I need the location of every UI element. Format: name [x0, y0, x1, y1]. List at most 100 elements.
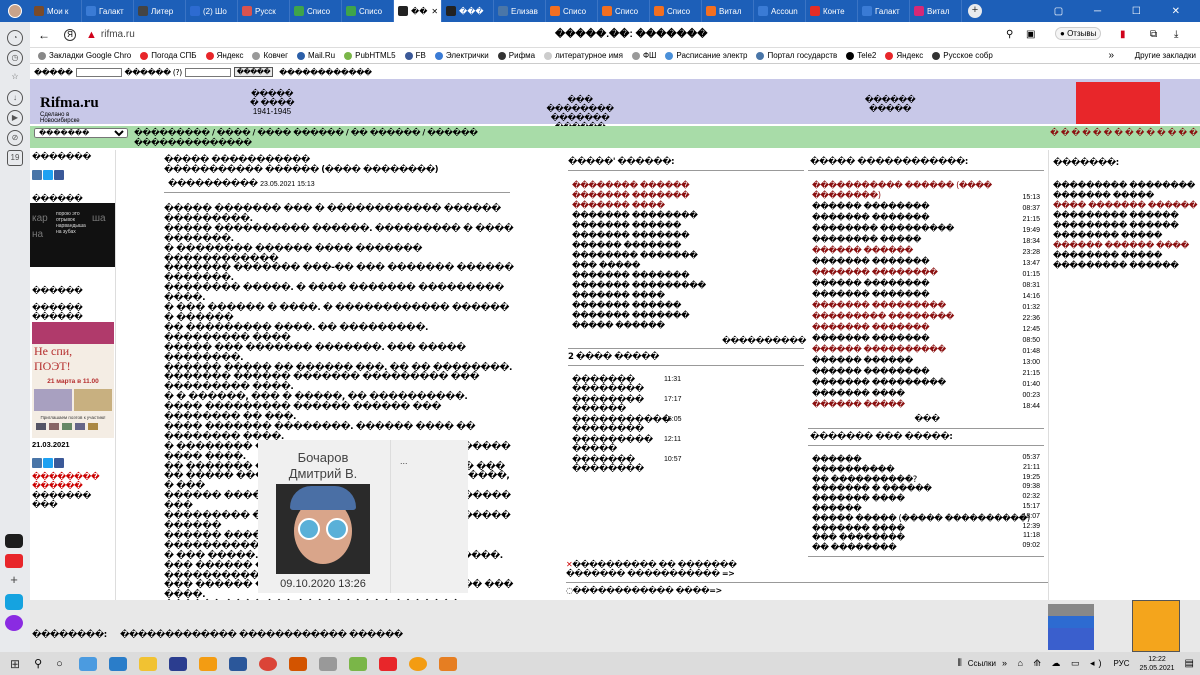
author-link[interactable]: �������� ������ — [572, 181, 806, 191]
recent-item[interactable]: ������ ������ 13:00 — [812, 355, 1044, 366]
reviews-button[interactable]: ● Отзывы — [1055, 27, 1102, 40]
right-list-item[interactable]: ���� ������� ������ — [1053, 201, 1198, 211]
browser-tab[interactable]: Литер — [134, 0, 186, 22]
bookmark-item[interactable]: PubHTML5 — [344, 51, 396, 60]
right-list-item[interactable]: ��������� ������ — [1053, 211, 1197, 221]
search-input[interactable] — [75, 67, 122, 77]
site-logo[interactable]: Rifma.ru Сделано в Новосибирске — [40, 95, 110, 124]
bookmark-item[interactable]: литературное имя — [544, 51, 623, 60]
tray-icons[interactable]: » ⌂ ⟰ ☁ ▭ ◂) — [1002, 658, 1106, 669]
browser-tab[interactable]: Витал — [702, 0, 754, 22]
search-icon[interactable]: ⚲ — [34, 657, 42, 670]
ad-banner[interactable]: кар ша на порою это отрывок нарвандыша н… — [30, 203, 115, 267]
nav-right-links[interactable]: � � � � � � � � � � � � � � — [1050, 128, 1198, 137]
author-link[interactable]: ������� ���� — [572, 201, 806, 211]
bookmark-item[interactable]: Mail.Ru — [297, 51, 335, 60]
facebook-icon[interactable] — [54, 458, 64, 468]
counter-top100[interactable] — [1132, 600, 1180, 652]
browser-tab[interactable]: (2) Шо — [186, 0, 238, 22]
download-icon[interactable]: ⤓ — [1174, 29, 1178, 40]
bookmark-item[interactable]: Ковчег — [252, 51, 288, 60]
notifications-icon[interactable]: ▤ — [1185, 658, 1194, 669]
extension-icon[interactable]: ▣ — [1026, 29, 1035, 40]
browser-tab[interactable]: Списо — [598, 0, 650, 22]
author-link[interactable]: ������� ������� — [572, 271, 806, 281]
recent-item[interactable]: �������� ����� 18:34 — [812, 234, 1044, 245]
header-war-link[interactable]: ����� � ���� 1941-1945 — [242, 89, 302, 116]
comment-item[interactable]: �� ����������? 19:25 — [812, 474, 1044, 485]
extended-search-link[interactable]: ������������ — [279, 68, 372, 77]
comment-item[interactable]: ����� ����� (����� ����������) 18:07 — [812, 513, 1044, 524]
back-icon[interactable]: ← — [38, 28, 50, 42]
mid-bottom-1[interactable]: ✕���������� �� ������� — [566, 560, 806, 569]
search-button[interactable]: ����� — [233, 67, 274, 77]
browser-tab[interactable]: Витал — [910, 0, 962, 22]
browser-tab[interactable]: Списо — [546, 0, 598, 22]
bookmark-item[interactable]: ФШ — [631, 51, 656, 60]
right-list-item[interactable]: ������ ������ ���� — [1053, 241, 1197, 251]
bookmark-item[interactable]: Электрички — [434, 51, 489, 60]
clock[interactable]: 12:22 25.05.2021 — [1140, 655, 1175, 673]
red-banner[interactable] — [1076, 82, 1160, 124]
browser-tab[interactable]: Конте — [806, 0, 858, 22]
author-link[interactable]: ������� ���� — [572, 291, 806, 301]
vk-icon[interactable] — [32, 170, 42, 180]
recent-item[interactable]: ������� ������� 21:15 — [812, 212, 1044, 223]
left-red-link-1[interactable]: �������� — [32, 472, 100, 481]
counter-rambler[interactable] — [1048, 628, 1094, 650]
bookmark-item[interactable]: Расписание электр — [665, 51, 747, 60]
mid-bottom-3[interactable]: ◌������������ ����=> — [566, 586, 806, 595]
mid-more[interactable]: ���������� — [568, 336, 807, 345]
left-link-3[interactable]: ������� ��� — [32, 491, 115, 509]
recent-item[interactable]: ������� ������� 12:45 — [812, 322, 1044, 333]
header-link-3[interactable]: ������ ����� — [860, 95, 920, 113]
app-orange-icon[interactable] — [198, 656, 217, 671]
article-author[interactable]: ���������� — [168, 179, 258, 189]
facebook-icon[interactable] — [54, 170, 64, 180]
bookmark-item[interactable]: Яндекс — [205, 51, 243, 60]
browser-tab[interactable]: Елизав — [494, 0, 546, 22]
category-select[interactable]: ������� — [34, 128, 128, 138]
recent-more[interactable]: ��� — [808, 414, 1046, 423]
cortana-icon[interactable]: ○ — [56, 658, 63, 670]
bookmark-item[interactable]: Погода СПБ — [140, 51, 197, 60]
popular-item[interactable]: ��������� ����� 12:11 — [572, 436, 806, 456]
browser-tab[interactable]: Списо — [342, 0, 394, 22]
recent-item[interactable]: �������� ��������� 19:49 — [812, 223, 1044, 234]
yandex-icon[interactable]: Я — [64, 28, 76, 41]
browser-tab[interactable]: Русск — [238, 0, 290, 22]
right-list-item[interactable]: ��������� �������� — [1053, 181, 1197, 191]
browser-tab[interactable]: Галакт — [82, 0, 134, 22]
recent-item[interactable]: ������ ����� 18:44 — [812, 399, 1044, 410]
recent-item[interactable]: ������� ���� 00:23 — [812, 388, 1044, 399]
browser-tab[interactable]: Accoun — [754, 0, 806, 22]
comment-item[interactable]: ������� ���� 12:39 — [812, 523, 1044, 534]
recent-item[interactable]: ����������� ������ (���� ��������) 15:13 — [812, 181, 1044, 201]
word-icon[interactable] — [228, 656, 247, 671]
counter-liveinternet[interactable] — [1048, 604, 1094, 616]
close-tab-icon[interactable]: ✕ — [431, 7, 438, 16]
author-link[interactable]: ��� ����� — [572, 261, 806, 271]
new-tab-button[interactable]: + — [968, 4, 982, 18]
download-icon[interactable]: ↓ — [7, 90, 23, 106]
explorer-icon[interactable] — [138, 656, 157, 671]
popular-item[interactable]: ������� �������� 11:31 — [572, 376, 806, 396]
author-link[interactable]: ������� ������� — [572, 231, 806, 241]
mail-icon[interactable] — [5, 554, 23, 568]
popular-item[interactable]: ����������� �������� 15:05 — [572, 416, 806, 436]
author-input[interactable] — [184, 67, 231, 77]
bookmark-item[interactable]: Tele2 — [846, 51, 876, 60]
recent-item[interactable]: ������ ���������� 01:48 — [812, 344, 1044, 355]
popular-item[interactable]: ������� �������� 10:57 — [572, 456, 806, 476]
bookmark-item[interactable]: Закладки Google Chro — [38, 51, 131, 60]
bookmark-flag-icon[interactable]: ▮ — [1120, 29, 1126, 40]
vk-icon[interactable] — [32, 458, 42, 468]
save-app-icon[interactable] — [168, 656, 187, 671]
bookmark-item[interactable]: Рифма — [497, 51, 535, 60]
recent-item[interactable]: ������ �������� 21:15 — [812, 366, 1044, 377]
chrome-icon[interactable] — [258, 656, 277, 671]
browser-tab[interactable]: Галакт — [858, 0, 910, 22]
bookmark-item[interactable]: Портал государств — [756, 51, 837, 60]
comment-item[interactable]: ������� � ������ 09:38 — [812, 483, 1044, 494]
comment-item[interactable]: ������ 05:37 — [812, 454, 1044, 465]
